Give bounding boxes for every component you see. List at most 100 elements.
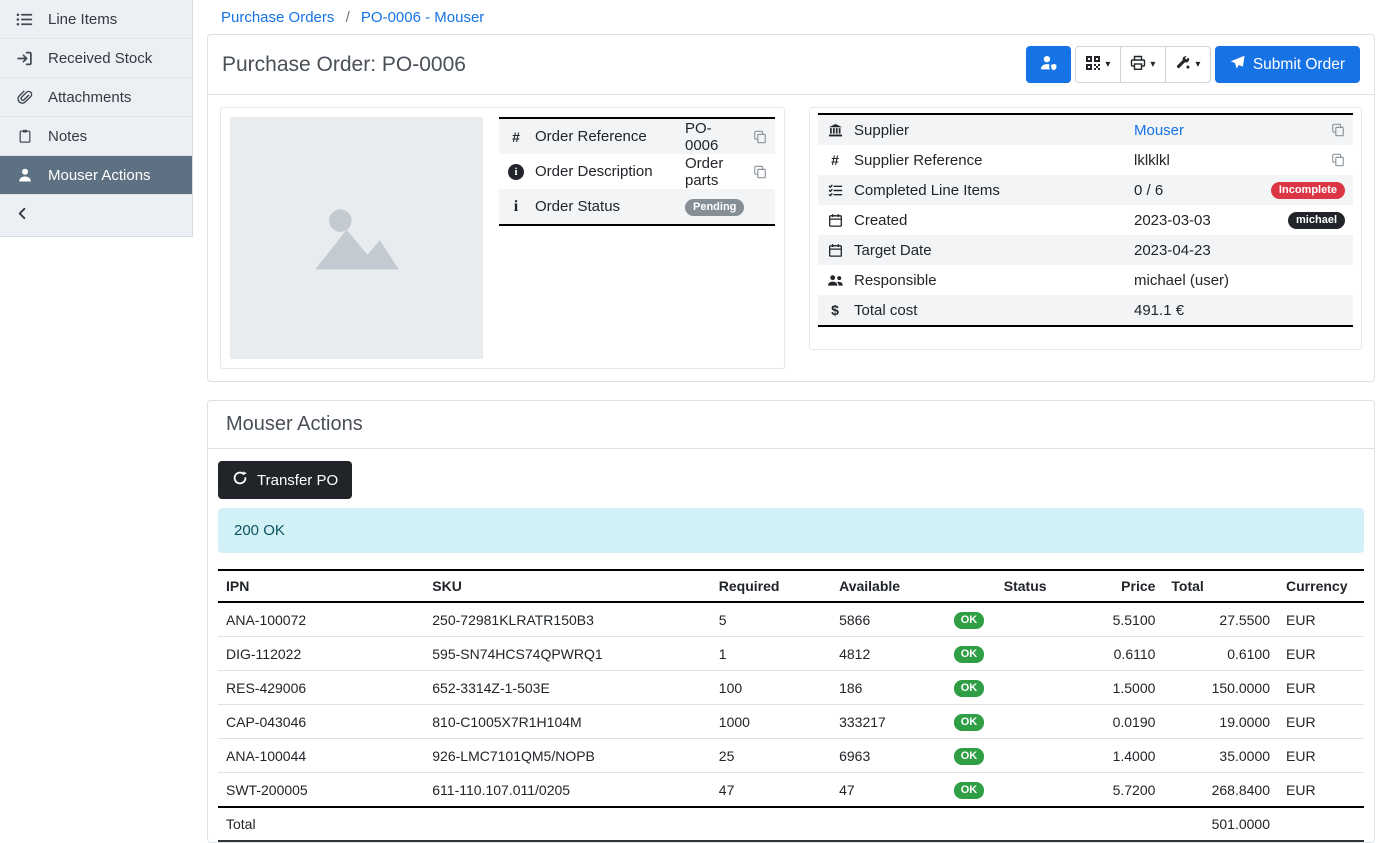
- submit-order-button[interactable]: Submit Order: [1215, 46, 1360, 83]
- mouser-actions-title: Mouser Actions: [226, 413, 1356, 436]
- breadcrumb-separator: /: [346, 9, 350, 26]
- breadcrumb-link-purchase-orders[interactable]: Purchase Orders: [221, 9, 334, 26]
- cell-currency: EUR: [1278, 637, 1364, 671]
- cell-required: 100: [711, 671, 831, 705]
- sidebar-item-received-stock[interactable]: Received Stock: [0, 39, 192, 78]
- order-image-placeholder[interactable]: [230, 117, 483, 359]
- column-header[interactable]: Status: [946, 570, 1055, 602]
- copy-icon[interactable]: [1331, 153, 1345, 167]
- cell-sku: 652-3314Z-1-503E: [424, 671, 711, 705]
- kv-value: 491.1 €: [1134, 302, 1345, 319]
- kv-value: 2023-03-03: [1134, 212, 1278, 229]
- cell-required: 1000: [711, 705, 831, 739]
- main-content: Purchase Orders / PO-0006 - Mouser Purch…: [193, 0, 1383, 794]
- column-header[interactable]: Total: [1163, 570, 1278, 602]
- cell-currency: EUR: [1278, 705, 1364, 739]
- kv-label: Total cost: [854, 302, 1124, 319]
- parts-table: IPNSKURequiredAvailableStatusPriceTotalC…: [218, 569, 1364, 842]
- table-row[interactable]: DIG-112022 595-SN74HCS74QPWRQ1 1 4812 OK…: [218, 637, 1364, 671]
- cell-total: 150.0000: [1163, 671, 1278, 705]
- sidebar: Line Items Received Stock Attachments No…: [0, 0, 193, 794]
- total-row: Total 501.0000: [218, 807, 1364, 841]
- cell-ipn: SWT-200005: [218, 773, 424, 808]
- header-dropdown-group: ▾ ▾ ▾: [1075, 46, 1211, 83]
- order-kv-table: # Order Reference PO-0006 i Order Descri…: [499, 117, 775, 226]
- parts-table-header-row: IPNSKURequiredAvailableStatusPriceTotalC…: [218, 570, 1364, 602]
- user-shield-icon: [1039, 54, 1058, 75]
- kv-row-total-cost: $ Total cost 491.1 €: [818, 295, 1353, 325]
- paperclip-icon: [15, 89, 34, 105]
- kv-row-target-date: Target Date 2023-04-23: [818, 235, 1353, 265]
- building-icon: [826, 123, 844, 138]
- cell-total: 35.0000: [1163, 739, 1278, 773]
- submit-order-label: Submit Order: [1253, 56, 1345, 74]
- ok-badge: OK: [954, 680, 985, 697]
- kv-label: Supplier Reference: [854, 152, 1124, 169]
- sidebar-nav: Line Items Received Stock Attachments No…: [0, 0, 193, 237]
- table-row[interactable]: ANA-100044 926-LMC7101QM5/NOPB 25 6963 O…: [218, 739, 1364, 773]
- cell-ipn: DIG-112022: [218, 637, 424, 671]
- total-value: 501.0000: [1163, 807, 1278, 841]
- kv-label: Completed Line Items: [854, 182, 1124, 199]
- cell-sku: 926-LMC7101QM5/NOPB: [424, 739, 711, 773]
- cell-sku: 595-SN74HCS74QPWRQ1: [424, 637, 711, 671]
- sidebar-item-notes[interactable]: Notes: [0, 117, 192, 156]
- table-row[interactable]: CAP-043046 810-C1005X7R1H104M 1000 33321…: [218, 705, 1364, 739]
- cell-price: 1.4000: [1055, 739, 1164, 773]
- sidebar-item-label: Line Items: [48, 11, 117, 28]
- cell-currency: EUR: [1278, 773, 1364, 808]
- cell-required: 25: [711, 739, 831, 773]
- total-currency-spacer: [1278, 807, 1364, 841]
- cell-status: OK: [946, 637, 1055, 671]
- info-circle-icon: i: [507, 164, 525, 180]
- copy-icon[interactable]: [753, 130, 767, 144]
- kv-value: lklklkl: [1134, 152, 1321, 169]
- sidebar-item-label: Notes: [48, 128, 87, 145]
- cell-status: OK: [946, 671, 1055, 705]
- column-header[interactable]: SKU: [424, 570, 711, 602]
- copy-icon[interactable]: [1331, 123, 1345, 137]
- column-header[interactable]: Price: [1055, 570, 1164, 602]
- cell-total: 268.8400: [1163, 773, 1278, 808]
- kv-value: 0 / 6: [1134, 182, 1261, 199]
- cell-sku: 611-110.107.011/0205: [424, 773, 711, 808]
- cell-status: OK: [946, 602, 1055, 637]
- table-row[interactable]: SWT-200005 611-110.107.011/0205 47 47 OK…: [218, 773, 1364, 808]
- qrcode-icon: [1085, 55, 1101, 75]
- barcode-actions-button[interactable]: ▾: [1075, 46, 1121, 83]
- calendar-icon: [826, 243, 844, 258]
- print-actions-button[interactable]: ▾: [1120, 46, 1166, 83]
- breadcrumb-link-current[interactable]: PO-0006 - Mouser: [361, 9, 484, 26]
- hash-icon: #: [507, 129, 525, 145]
- column-header[interactable]: Required: [711, 570, 831, 602]
- sidebar-item-attachments[interactable]: Attachments: [0, 78, 192, 117]
- cell-price: 5.5100: [1055, 602, 1164, 637]
- cell-currency: EUR: [1278, 602, 1364, 637]
- app-root: Line Items Received Stock Attachments No…: [0, 0, 1383, 794]
- cell-required: 1: [711, 637, 831, 671]
- chevron-down-icon: ▾: [1195, 60, 1200, 70]
- copy-icon[interactable]: [753, 165, 767, 179]
- ok-badge: OK: [954, 646, 985, 663]
- sidebar-item-line-items[interactable]: Line Items: [0, 0, 192, 39]
- calendar-icon: [826, 213, 844, 228]
- kv-row-supplier: Supplier Mouser: [818, 115, 1353, 145]
- user-permissions-button[interactable]: [1026, 46, 1071, 83]
- sidebar-item-mouser-actions[interactable]: Mouser Actions: [0, 156, 192, 195]
- parts-table-foot: Total 501.0000: [218, 807, 1364, 841]
- column-header[interactable]: IPN: [218, 570, 424, 602]
- column-header[interactable]: Currency: [1278, 570, 1364, 602]
- sidebar-collapse-button[interactable]: [0, 195, 192, 236]
- kv-row-created: Created 2023-03-03 michael: [818, 205, 1353, 235]
- total-spacer: [424, 807, 1163, 841]
- chevron-down-icon: ▾: [1105, 60, 1110, 70]
- kv-row-supplier-reference: # Supplier Reference lklklkl: [818, 145, 1353, 175]
- cell-required: 47: [711, 773, 831, 808]
- supplier-link[interactable]: Mouser: [1134, 122, 1184, 139]
- order-actions-button[interactable]: ▾: [1165, 46, 1211, 83]
- table-row[interactable]: RES-429006 652-3314Z-1-503E 100 186 OK 1…: [218, 671, 1364, 705]
- clipboard-icon: [15, 128, 34, 144]
- column-header[interactable]: Available: [831, 570, 946, 602]
- table-row[interactable]: ANA-100072 250-72981KLRATR150B3 5 5866 O…: [218, 602, 1364, 637]
- transfer-po-button[interactable]: Transfer PO: [218, 461, 352, 499]
